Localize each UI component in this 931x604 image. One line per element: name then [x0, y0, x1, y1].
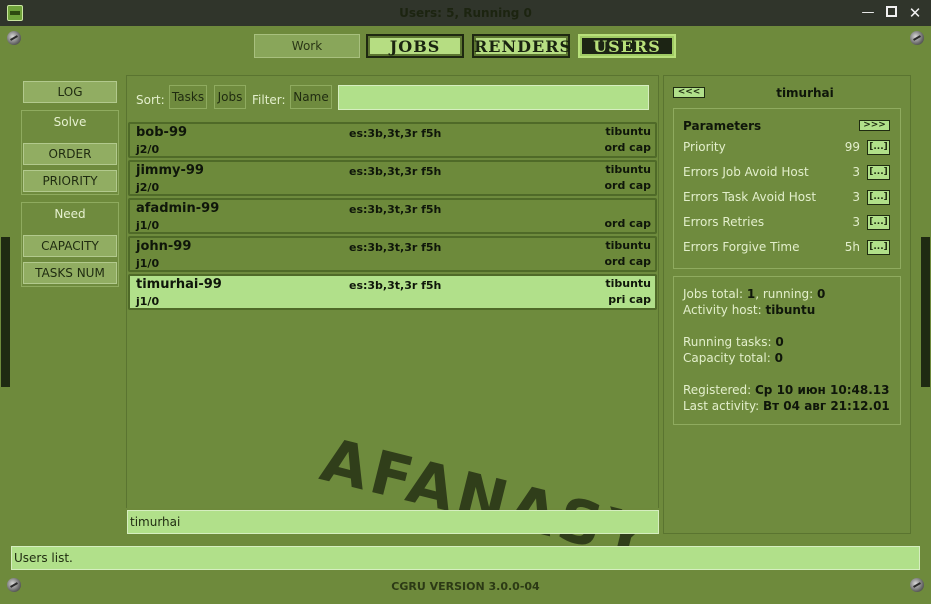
registered-label: Registered: — [683, 383, 755, 397]
prev-button[interactable]: <<< — [673, 87, 705, 98]
param-label-errors-forgive-time: Errors Forgive Time — [683, 240, 800, 254]
user-name: bob-99 — [136, 125, 188, 140]
user-jobs: j1/0 — [136, 295, 160, 308]
filter-label: Filter: — [252, 93, 286, 107]
user-row[interactable]: bob-99 j2/0 es:3b,3t,3r f5h tibuntu ord … — [128, 122, 657, 158]
activity-host-line: Activity host: tibuntu — [683, 303, 815, 317]
running-tasks-line: Running tasks: 0 — [683, 335, 784, 349]
minimize-icon: — — [861, 5, 875, 20]
maximize-icon — [885, 5, 897, 17]
param-edit-priority-button[interactable]: [...] — [867, 140, 890, 155]
tab-users[interactable]: USERS — [578, 34, 676, 58]
user-name: afadmin-99 — [136, 201, 220, 216]
param-value-errors-forgive-time: 5h — [844, 240, 860, 254]
jobs-total-value: 1 — [746, 287, 756, 301]
user-jobs: j1/0 — [136, 257, 160, 270]
running-tasks-label: Running tasks: — [683, 335, 776, 349]
user-stats: es:3b,3t,3r f5h — [349, 241, 442, 254]
user-jobs: j2/0 — [136, 143, 160, 156]
param-label-errors-retries: Errors Retries — [683, 215, 765, 229]
jobs-total-label: Jobs total: — [683, 287, 747, 301]
maximize-button[interactable] — [882, 4, 900, 22]
user-host: tibuntu — [605, 239, 651, 252]
user-stats: es:3b,3t,3r f5h — [349, 203, 442, 216]
registered-line: Registered: Ср 10 июн 10:48.13 — [683, 383, 889, 397]
user-row-selected[interactable]: timurhai-99 j1/0 es:3b,3t,3r f5h tibuntu… — [128, 274, 657, 310]
user-stats: es:3b,3t,3r f5h — [349, 279, 442, 292]
version-label: CGRU VERSION 3.0.0-04 — [391, 580, 540, 593]
param-edit-errors-forgive-time-button[interactable]: [...] — [867, 240, 890, 255]
selected-user-name: timurhai — [776, 86, 834, 100]
need-group-title: Need — [54, 207, 86, 221]
param-value-errors-task-avoid-host: 3 — [852, 190, 860, 204]
tasks-num-button[interactable]: TASKS NUM — [23, 262, 117, 284]
priority-button[interactable]: PRIORITY — [23, 170, 117, 192]
user-host: tibuntu — [605, 125, 651, 138]
capacity-total-value: 0 — [774, 351, 783, 365]
status-bar: Users list. — [11, 546, 920, 570]
tab-jobs[interactable]: JOBS — [366, 34, 464, 58]
sort-label: Sort: — [136, 93, 165, 107]
user-name: timurhai-99 — [136, 277, 222, 292]
window-title: Users: 5, Running 0 — [399, 6, 532, 20]
param-edit-errors-retries-button[interactable]: [...] — [867, 215, 890, 230]
last-activity-value: Вт 04 авг 21:12.01 — [763, 399, 890, 413]
solve-group-title: Solve — [53, 115, 87, 129]
user-row[interactable]: john-99 j1/0 es:3b,3t,3r f5h tibuntu ord… — [128, 236, 657, 272]
left-side-handle[interactable] — [1, 237, 10, 387]
tab-renders[interactable]: RENDERS — [472, 34, 571, 58]
filter-input[interactable] — [338, 85, 649, 110]
user-host: tibuntu — [605, 277, 651, 290]
user-name: jimmy-99 — [136, 163, 204, 178]
jobs-total-line: Jobs total: 1, running: 0 — [683, 287, 825, 301]
tab-work[interactable]: Work — [254, 34, 360, 58]
screw-icon — [910, 31, 924, 45]
minimize-button[interactable]: — — [859, 4, 877, 22]
command-input[interactable]: timurhai — [127, 510, 659, 534]
user-row[interactable]: jimmy-99 j2/0 es:3b,3t,3r f5h tibuntu or… — [128, 160, 657, 196]
param-value-errors-job-avoid-host: 3 — [852, 165, 860, 179]
last-activity-label: Last activity: — [683, 399, 764, 413]
filter-name-button[interactable]: Name — [290, 85, 332, 109]
param-value-errors-retries: 3 — [852, 215, 860, 229]
activity-host-value: tibuntu — [765, 303, 816, 317]
running-value: 0 — [817, 287, 826, 301]
param-edit-errors-task-avoid-host-button[interactable]: [...] — [867, 190, 890, 205]
capacity-total-line: Capacity total: 0 — [683, 351, 783, 365]
close-icon: ✕ — [908, 4, 922, 22]
activity-host-label: Activity host: — [683, 303, 766, 317]
order-button[interactable]: ORDER — [23, 143, 117, 165]
user-stats: es:3b,3t,3r f5h — [349, 165, 442, 178]
capacity-total-label: Capacity total: — [683, 351, 775, 365]
right-side-handle[interactable] — [921, 237, 930, 387]
user-name: john-99 — [136, 239, 192, 254]
user-solve: pri cap — [608, 293, 651, 306]
capacity-button[interactable]: CAPACITY — [23, 235, 117, 257]
log-button[interactable]: LOG — [23, 81, 117, 103]
user-jobs: j2/0 — [136, 181, 160, 194]
sort-tasks-button[interactable]: Tasks — [169, 85, 207, 109]
param-label-errors-job-avoid-host: Errors Job Avoid Host — [683, 165, 809, 179]
user-jobs: j1/0 — [136, 219, 160, 232]
param-value-priority: 99 — [844, 140, 860, 154]
param-edit-errors-job-avoid-host-button[interactable]: [...] — [867, 165, 890, 180]
running-label: , running: — [755, 287, 818, 301]
param-label-errors-task-avoid-host: Errors Task Avoid Host — [683, 190, 817, 204]
screw-icon — [7, 31, 21, 45]
sort-jobs-button[interactable]: Jobs — [214, 85, 246, 109]
user-solve: ord cap — [604, 179, 651, 192]
registered-value: Ср 10 июн 10:48.13 — [755, 383, 890, 397]
close-button[interactable]: ✕ — [906, 4, 924, 22]
user-solve: ord cap — [604, 255, 651, 268]
next-button[interactable]: >>> — [859, 120, 890, 131]
running-tasks-value: 0 — [775, 335, 784, 349]
parameters-title: Parameters — [683, 119, 762, 133]
param-label-priority: Priority — [683, 140, 726, 154]
user-host: tibuntu — [605, 163, 651, 176]
last-activity-line: Last activity: Вт 04 авг 21:12.01 — [683, 399, 890, 413]
user-solve: ord cap — [604, 217, 651, 230]
user-stats: es:3b,3t,3r f5h — [349, 127, 442, 140]
user-solve: ord cap — [604, 141, 651, 154]
user-row[interactable]: afadmin-99 j1/0 es:3b,3t,3r f5h ord cap — [128, 198, 657, 234]
